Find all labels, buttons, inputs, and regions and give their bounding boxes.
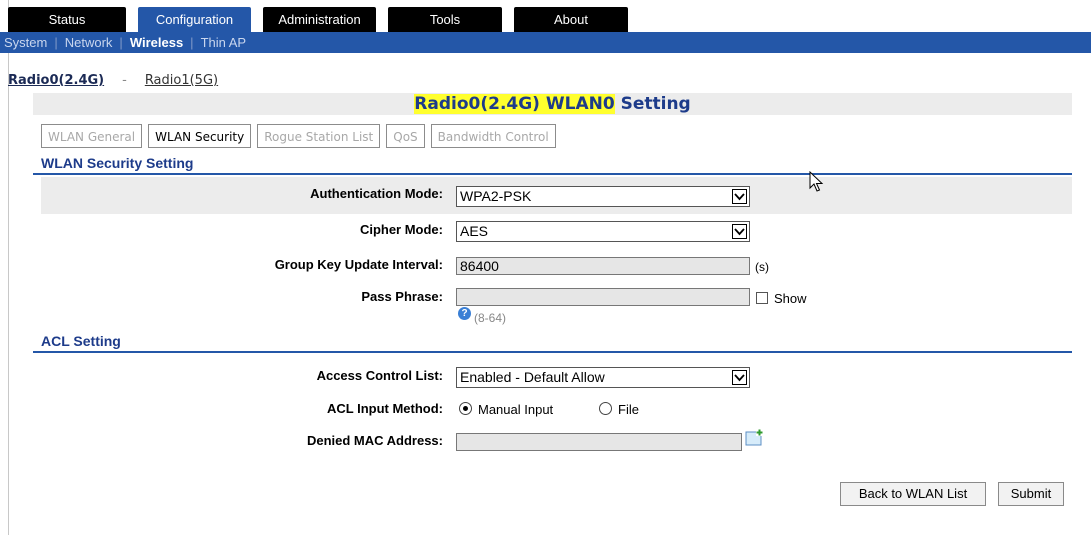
auth-mode-label: Authentication Mode: bbox=[310, 186, 443, 201]
acl-section-title: ACL Setting bbox=[41, 333, 121, 349]
chevron-down-icon bbox=[732, 189, 747, 204]
back-to-wlan-list-button[interactable]: Back to WLAN List bbox=[840, 482, 986, 506]
acl-select[interactable]: Enabled - Default Allow bbox=[456, 367, 750, 388]
subnav-thin-ap[interactable]: Thin AP bbox=[201, 35, 247, 50]
tab-status[interactable]: Status bbox=[8, 7, 126, 32]
title-band: Radio0(2.4G) WLAN0 Setting bbox=[33, 93, 1072, 115]
tab-bandwidth-control[interactable]: Bandwidth Control bbox=[430, 124, 556, 148]
pass-phrase-hint: (8-64) bbox=[474, 311, 507, 325]
tab-wlan-security[interactable]: WLAN Security bbox=[148, 124, 252, 148]
submit-button[interactable]: Submit bbox=[998, 482, 1064, 506]
acl-label: Access Control List: bbox=[316, 368, 443, 383]
subnav-separator: | bbox=[119, 35, 123, 50]
section-divider bbox=[33, 173, 1072, 175]
page-title: Radio0(2.4G) WLAN0 Setting bbox=[414, 94, 691, 114]
cipher-mode-select[interactable]: AES bbox=[456, 221, 750, 242]
radio-dash: - bbox=[122, 73, 127, 88]
cipher-mode-value: AES bbox=[460, 223, 489, 239]
tab-about[interactable]: About bbox=[514, 7, 628, 32]
sub-nav: System | Network | Wireless | Thin AP bbox=[0, 32, 1091, 53]
top-nav: Status Configuration Administration Tool… bbox=[8, 7, 628, 32]
sub-tabs: WLAN General WLAN Security Rogue Station… bbox=[41, 124, 556, 148]
auth-mode-value: WPA2-PSK bbox=[460, 188, 532, 204]
help-icon[interactable]: ? bbox=[458, 307, 471, 320]
file-label: File bbox=[618, 402, 639, 417]
denied-mac-label: Denied MAC Address: bbox=[306, 433, 443, 448]
subnav-wireless[interactable]: Wireless bbox=[130, 35, 183, 50]
tab-tools[interactable]: Tools bbox=[388, 7, 502, 32]
group-key-input[interactable]: 86400 bbox=[456, 257, 750, 275]
denied-mac-input[interactable] bbox=[456, 433, 742, 451]
group-key-label: Group Key Update Interval: bbox=[274, 257, 443, 272]
chevron-down-icon bbox=[732, 370, 747, 385]
tab-configuration[interactable]: Configuration bbox=[138, 7, 251, 32]
subnav-system[interactable]: System bbox=[4, 35, 47, 50]
pass-phrase-label: Pass Phrase: bbox=[361, 289, 443, 304]
auth-mode-select[interactable]: WPA2-PSK bbox=[456, 186, 750, 207]
pass-phrase-input[interactable] bbox=[456, 288, 750, 306]
radio-selector: Radio0(2.4G) - Radio1(5G) bbox=[8, 73, 218, 88]
tab-wlan-general[interactable]: WLAN General bbox=[41, 124, 143, 148]
show-checkbox[interactable] bbox=[756, 292, 768, 304]
wlan-security-section-title: WLAN Security Setting bbox=[41, 155, 194, 171]
radio1-link[interactable]: Radio1(5G) bbox=[145, 73, 218, 88]
tab-administration[interactable]: Administration bbox=[263, 7, 376, 32]
file-radio[interactable] bbox=[599, 402, 612, 415]
tab-qos[interactable]: QoS bbox=[386, 124, 425, 148]
tab-rogue-station-list[interactable]: Rogue Station List bbox=[257, 124, 381, 148]
cipher-mode-label: Cipher Mode: bbox=[359, 222, 443, 237]
subnav-separator: | bbox=[190, 35, 194, 50]
manual-input-label: Manual Input bbox=[478, 402, 554, 417]
chevron-down-icon bbox=[732, 224, 747, 239]
radio0-link[interactable]: Radio0(2.4G) bbox=[8, 73, 104, 88]
acl-input-method-label: ACL Input Method: bbox=[326, 401, 443, 416]
add-icon[interactable] bbox=[745, 429, 764, 446]
manual-input-radio[interactable] bbox=[459, 402, 472, 415]
section-divider bbox=[33, 351, 1072, 353]
group-key-unit: (s) bbox=[755, 260, 769, 274]
subnav-network[interactable]: Network bbox=[65, 35, 113, 50]
subnav-separator: | bbox=[54, 35, 58, 50]
mouse-cursor-icon bbox=[809, 170, 825, 196]
acl-value: Enabled - Default Allow bbox=[460, 369, 605, 385]
show-label: Show bbox=[774, 291, 807, 306]
